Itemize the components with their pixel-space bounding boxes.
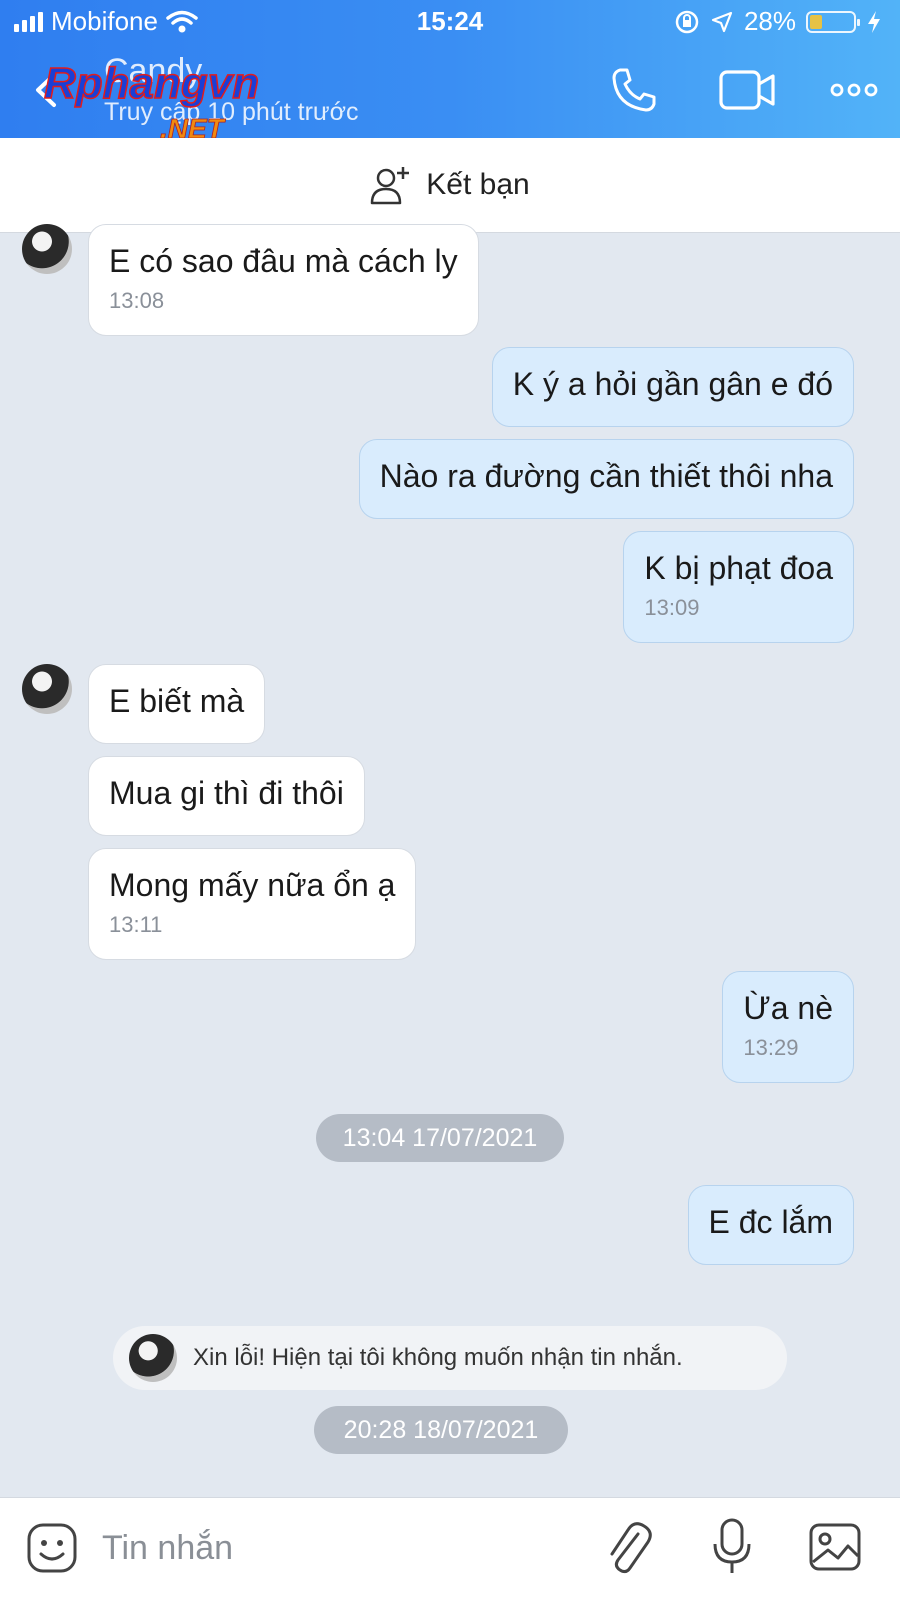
rotation-lock-icon bbox=[675, 10, 699, 33]
date-separator: 13:04 17/07/2021 bbox=[316, 1114, 564, 1162]
video-call-icon[interactable] bbox=[718, 68, 776, 112]
message-bubble[interactable]: E biết mà bbox=[88, 664, 266, 744]
message-text: Mong mấy nữa ổn ạ bbox=[109, 867, 396, 903]
battery-percent: 28% bbox=[743, 6, 796, 36]
attachment-paperclip-icon[interactable] bbox=[604, 1520, 652, 1576]
message-time: 13:08 bbox=[109, 288, 165, 313]
phone-call-icon[interactable] bbox=[610, 66, 658, 114]
message-text: E có sao đâu mà cách ly bbox=[109, 243, 458, 279]
message-time: 13:29 bbox=[743, 1035, 799, 1060]
message-text: E đc lắm bbox=[708, 1204, 833, 1240]
message-input[interactable] bbox=[102, 1520, 562, 1576]
nav-row: Candy Truy cập 10 phút trước Rphangvn .N… bbox=[0, 44, 900, 144]
avatar bbox=[129, 1334, 177, 1382]
image-gallery-icon[interactable] bbox=[808, 1522, 862, 1572]
charging-bolt-icon bbox=[868, 10, 880, 33]
svg-text:Rphangvn: Rphangvn bbox=[44, 59, 259, 108]
battery-icon bbox=[806, 10, 860, 33]
avatar[interactable] bbox=[22, 224, 72, 274]
message-bubble[interactable]: E có sao đâu mà cách ly 13:08 bbox=[88, 224, 479, 336]
battery-fill bbox=[810, 14, 822, 29]
chat-header: Mobifone 15:24 28% Candy Truy cập 10 phú… bbox=[0, 0, 900, 144]
add-friend-icon bbox=[371, 167, 410, 205]
message-bubble[interactable]: E đc lắm bbox=[687, 1185, 854, 1265]
message-time: 13:09 bbox=[644, 595, 700, 620]
message-text: K ý a hỏi gần gân e đó bbox=[512, 366, 833, 402]
message-bubble[interactable]: Mong mấy nữa ổn ạ 13:11 bbox=[88, 848, 417, 960]
message-bubble[interactable]: K ý a hỏi gần gân e đó bbox=[491, 347, 854, 427]
add-friend-button[interactable]: Kết bạn bbox=[0, 138, 900, 233]
avatar[interactable] bbox=[22, 664, 72, 714]
message-bubble[interactable]: K bị phạt đoa 13:09 bbox=[623, 531, 854, 643]
watermark-logo: Rphangvn .NET bbox=[44, 58, 260, 144]
location-arrow-icon bbox=[711, 11, 733, 32]
date-separator: 20:28 18/07/2021 bbox=[314, 1406, 568, 1454]
message-time: 13:11 bbox=[109, 912, 163, 937]
system-message: Xin lỗi! Hiện tại tôi không muốn nhận ti… bbox=[113, 1326, 787, 1390]
message-text: Nào ra đường cần thiết thôi nha bbox=[379, 458, 833, 494]
message-bubble[interactable]: Nào ra đường cần thiết thôi nha bbox=[358, 439, 854, 519]
status-bar: Mobifone 15:24 28% bbox=[0, 0, 900, 44]
system-message-text: Xin lỗi! Hiện tại tôi không muốn nhận ti… bbox=[193, 1344, 683, 1371]
message-text: K bị phạt đoa bbox=[644, 550, 833, 586]
message-bubble[interactable]: Mua gi thì đi thôi bbox=[88, 756, 365, 836]
more-options-icon[interactable] bbox=[830, 80, 878, 100]
message-text: E biết mà bbox=[109, 683, 245, 719]
add-friend-label: Kết bạn bbox=[426, 168, 530, 201]
message-text: Ừa nè bbox=[743, 990, 833, 1026]
sticker-emoji-icon[interactable] bbox=[26, 1522, 78, 1574]
status-right: 28% bbox=[674, 6, 882, 37]
message-text: Mua gi thì đi thôi bbox=[109, 775, 344, 811]
microphone-icon[interactable] bbox=[712, 1518, 752, 1576]
message-bubble[interactable]: Ừa nè 13:29 bbox=[722, 971, 854, 1083]
message-input-bar bbox=[0, 1497, 900, 1600]
